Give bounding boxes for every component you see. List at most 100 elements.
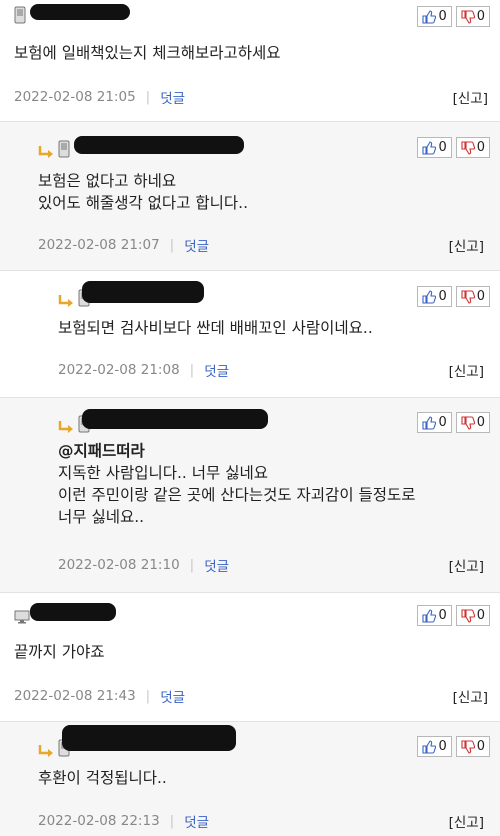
like-count: 0	[438, 415, 447, 430]
phone-icon	[58, 140, 70, 158]
comment-date: 2022-02-08 21:08	[58, 362, 180, 378]
comment-body: 끝까지 가야죠	[14, 641, 105, 663]
thumbs-up-icon	[422, 289, 437, 304]
reply-link[interactable]: 덧글	[204, 360, 229, 380]
comment-body: 보험은 없다고 하네요 있어도 해줄생각 없다고 합니다..	[38, 170, 248, 214]
redacted-username	[30, 4, 130, 20]
comment: 0 0 끝까지 가야죠 2022-02-08 21:43 | 덧글 [신고]	[0, 593, 500, 721]
comment-meta: 2022-02-08 21:05 | 덧글	[14, 87, 185, 107]
like-button[interactable]: 0	[417, 736, 452, 757]
phone-icon	[14, 6, 26, 24]
comment-date: 2022-02-08 21:05	[14, 89, 136, 105]
reply-arrow-icon	[58, 295, 73, 307]
comment-date: 2022-02-08 21:07	[38, 237, 160, 253]
comment-line: 보험되면 검사비보다 싼데 배배꼬인 사람이네요..	[58, 319, 373, 337]
comment-body: 보험에 일배책있는지 체크해보라고하세요	[14, 42, 281, 64]
comment-body: 보험되면 검사비보다 싼데 배배꼬인 사람이네요..	[58, 317, 373, 339]
report-link[interactable]: [신고]	[449, 811, 484, 831]
meta-divider: |	[169, 237, 175, 253]
like-button[interactable]: 0	[417, 6, 452, 27]
vote-buttons: 0 0	[417, 6, 490, 27]
comment-meta: 2022-02-08 21:43 | 덧글	[14, 686, 185, 706]
thumbs-up-icon	[422, 9, 437, 24]
redacted-username	[62, 725, 236, 751]
dislike-button[interactable]: 0	[455, 412, 490, 433]
thumbs-up-icon	[422, 415, 437, 430]
reply-link[interactable]: 덧글	[160, 686, 185, 706]
comment-date: 2022-02-08 21:43	[14, 688, 136, 704]
redacted-username	[74, 136, 244, 154]
redacted-username	[30, 603, 116, 621]
comment-line: 이런 주민이랑 같은 곳에 산다는것도 자괴감이 들정도로	[58, 486, 416, 504]
comment-line: 보험에 일배책있는지 체크해보라고하세요	[14, 44, 281, 62]
comment-meta: 2022-02-08 21:10 | 덧글	[58, 555, 229, 575]
dislike-count: 0	[476, 289, 485, 304]
report-link[interactable]: [신고]	[453, 686, 488, 706]
like-button[interactable]: 0	[417, 286, 452, 307]
thumbs-up-icon	[422, 739, 437, 754]
like-button[interactable]: 0	[417, 605, 452, 626]
report-link[interactable]: [신고]	[453, 87, 488, 107]
vote-buttons: 0 0	[417, 412, 490, 433]
dislike-button[interactable]: 0	[455, 137, 490, 158]
comment-line: 지독한 사람입니다.. 너무 싫네요	[58, 464, 269, 482]
dislike-button[interactable]: 0	[455, 286, 490, 307]
dislike-count: 0	[476, 9, 485, 24]
reply-comment: 0 0 @지패드떠라 지독한 사람입니다.. 너무 싫네요 이런 주민이랑 같은…	[0, 398, 500, 592]
redacted-username	[82, 281, 204, 303]
reply-link[interactable]: 덧글	[184, 811, 209, 831]
reply-comment: 0 0 보험은 없다고 하네요 있어도 해줄생각 없다고 합니다.. 2022-…	[0, 122, 500, 270]
thumbs-down-icon	[461, 140, 475, 155]
dislike-count: 0	[476, 140, 485, 155]
comment-line: 너무 싫네요..	[58, 508, 145, 526]
report-link[interactable]: [신고]	[449, 235, 484, 255]
dislike-button[interactable]: 0	[455, 736, 490, 757]
like-count: 0	[438, 9, 447, 24]
mention-tag[interactable]: @지패드떠라	[58, 440, 416, 462]
report-link[interactable]: [신고]	[449, 360, 484, 380]
comment-body: 후환이 걱정됩니다..	[38, 767, 167, 789]
thumbs-down-icon	[461, 415, 475, 430]
comment-meta: 2022-02-08 21:07 | 덧글	[38, 235, 209, 255]
vote-buttons: 0 0	[417, 286, 490, 307]
thumbs-down-icon	[461, 289, 475, 304]
meta-divider: |	[189, 362, 195, 378]
comment-date: 2022-02-08 22:13	[38, 813, 160, 829]
dislike-count: 0	[476, 608, 485, 623]
like-count: 0	[438, 289, 447, 304]
comment-body: @지패드떠라 지독한 사람입니다.. 너무 싫네요 이런 주민이랑 같은 곳에 …	[58, 440, 416, 528]
thumbs-down-icon	[461, 9, 475, 24]
thumbs-down-icon	[461, 608, 475, 623]
reply-arrow-icon	[38, 745, 53, 757]
thumbs-up-icon	[422, 140, 437, 155]
meta-divider: |	[145, 89, 151, 105]
vote-buttons: 0 0	[417, 605, 490, 626]
reply-arrow-icon	[38, 146, 53, 158]
like-count: 0	[438, 140, 447, 155]
dislike-button[interactable]: 0	[455, 605, 490, 626]
dislike-button[interactable]: 0	[455, 6, 490, 27]
vote-buttons: 0 0	[417, 736, 490, 757]
meta-divider: |	[145, 688, 151, 704]
thumbs-up-icon	[422, 608, 437, 623]
reply-comment: 0 0 후환이 걱정됩니다.. 2022-02-08 22:13 | 덧글 [신…	[0, 722, 500, 836]
dislike-count: 0	[476, 415, 485, 430]
reply-link[interactable]: 덧글	[204, 555, 229, 575]
meta-divider: |	[189, 557, 195, 573]
reply-link[interactable]: 덧글	[160, 87, 185, 107]
thumbs-down-icon	[461, 739, 475, 754]
comment-line: 있어도 해줄생각 없다고 합니다..	[38, 194, 249, 212]
report-link[interactable]: [신고]	[449, 555, 484, 575]
reply-link[interactable]: 덧글	[184, 235, 209, 255]
reply-arrow-icon	[58, 421, 73, 433]
meta-divider: |	[169, 813, 175, 829]
like-button[interactable]: 0	[417, 412, 452, 433]
comment-line: 끝까지 가야죠	[14, 643, 105, 661]
comment-line: 보험은 없다고 하네요	[38, 172, 177, 190]
like-button[interactable]: 0	[417, 137, 452, 158]
comment-meta: 2022-02-08 22:13 | 덧글	[38, 811, 209, 831]
comment-date: 2022-02-08 21:10	[58, 557, 180, 573]
reply-comment: 0 0 보험되면 검사비보다 싼데 배배꼬인 사람이네요.. 2022-02-0…	[0, 271, 500, 397]
monitor-icon	[14, 610, 30, 624]
comment-line: 후환이 걱정됩니다..	[38, 769, 167, 787]
